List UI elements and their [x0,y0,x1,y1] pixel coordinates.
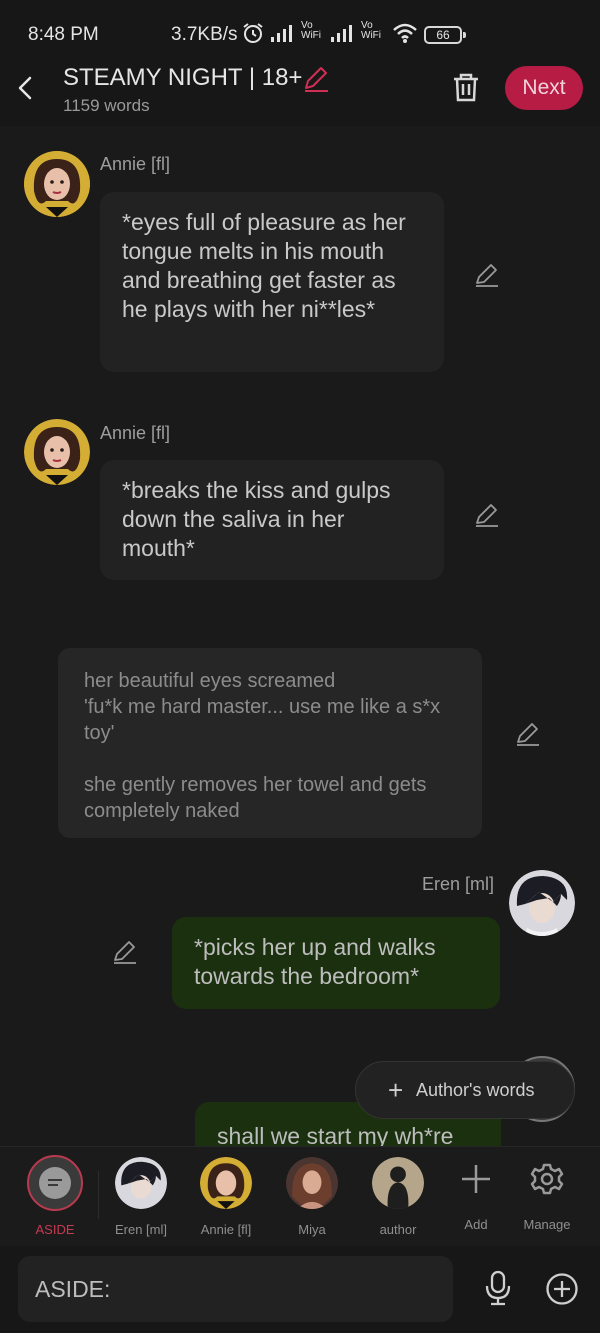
eren-avatar[interactable] [509,870,575,936]
character-name: ASIDE [35,1222,75,1237]
back-arrow-icon[interactable] [10,72,42,104]
authors-words-label: Author's words [416,1080,535,1100]
sender-name: Eren [ml] [422,874,495,894]
message-bubble[interactable]: *breaks the kiss and gulps down the sali… [100,460,444,580]
eren-portrait-icon [509,870,575,936]
character-name: Miya [298,1222,326,1237]
annie-avatar[interactable] [24,151,90,217]
annie-portrait-icon [24,151,90,217]
signal-icon [331,25,352,42]
story-title: STEAMY NIGHT | 18+ [63,64,303,91]
microphone-icon[interactable] [482,1270,514,1306]
message-input[interactable] [18,1256,453,1322]
add-character-button[interactable]: Add [436,1157,516,1232]
annie-portrait-icon [24,419,90,485]
narration-line: she gently removes her towel and gets co… [84,774,427,822]
annie-portrait-icon [200,1157,252,1209]
status-bar: 8:48 PM 3.7KB/s Vo WiFi Vo WiFi 66 [0,0,600,56]
next-button[interactable]: Next [505,66,583,110]
miya-portrait-icon [286,1157,338,1209]
network-speed: 3.7KB/s [171,24,238,45]
edit-message-pencil-icon[interactable] [112,939,138,965]
eren-avatar [115,1157,167,1209]
character-bar: ASIDE Eren [ml] Annie [fl] Miya author A… [0,1146,600,1246]
edit-message-pencil-icon[interactable] [474,262,500,288]
status-time: 8:48 PM [28,24,99,45]
miya-avatar [286,1157,338,1209]
message-bubble[interactable]: *picks her up and walks towards the bedr… [172,917,500,1009]
divider [98,1171,99,1219]
author-avatar [372,1157,424,1209]
wifi-label: WiFi [301,30,321,41]
character-aside[interactable]: ASIDE [15,1155,95,1237]
character-name: Eren [ml] [114,1222,167,1237]
edit-message-pencil-icon[interactable] [515,721,541,747]
narration-block[interactable]: her beautiful eyes screamed 'fu*k me har… [58,648,482,838]
character-name: author [379,1222,417,1237]
wifi-label: WiFi [361,30,381,41]
narration-line: 'fu*k me hard master... use me like a s*… [84,696,441,744]
plus-circle-icon[interactable] [545,1272,579,1306]
gear-icon [530,1163,564,1195]
plus-icon [462,1165,490,1193]
plus-icon: + [388,1075,404,1105]
aside-avatar [27,1155,83,1211]
author-silhouette-icon [372,1157,424,1209]
wifi-icon [393,23,417,43]
manage-label: Manage [523,1217,571,1232]
input-bar [0,1246,600,1333]
sender-name: Annie [fl] [100,154,171,174]
character-miya[interactable]: Miya [272,1157,352,1237]
add-label: Add [464,1217,488,1232]
character-author[interactable]: author [358,1157,438,1237]
character-eren[interactable]: Eren [ml] [101,1157,181,1237]
signal-icon [271,25,292,42]
chat-area[interactable]: Annie [fl] *eyes full of pleasure as her… [0,126,600,1146]
edit-title-pencil-icon[interactable] [302,64,330,92]
character-annie[interactable]: Annie [fl] [186,1157,266,1237]
word-count: 1159 words [63,96,150,115]
chat-bubble-icon [39,1167,71,1199]
alarm-icon [243,23,263,43]
character-name: Annie [fl] [200,1222,252,1237]
edit-message-pencil-icon[interactable] [474,502,500,528]
trash-icon[interactable] [450,70,482,104]
header: STEAMY NIGHT | 18+ 1159 words Next [0,56,600,126]
narration-line: her beautiful eyes screamed [84,670,336,692]
sender-name: Annie [fl] [100,423,171,443]
message-bubble[interactable]: *eyes full of pleasure as her tongue mel… [100,192,444,372]
manage-button[interactable]: Manage [507,1157,587,1232]
annie-avatar[interactable] [24,419,90,485]
annie-avatar [200,1157,252,1209]
authors-words-button[interactable]: + Author's words [355,1061,575,1119]
eren-portrait-icon [115,1157,167,1209]
battery-indicator: 66 [424,26,466,44]
